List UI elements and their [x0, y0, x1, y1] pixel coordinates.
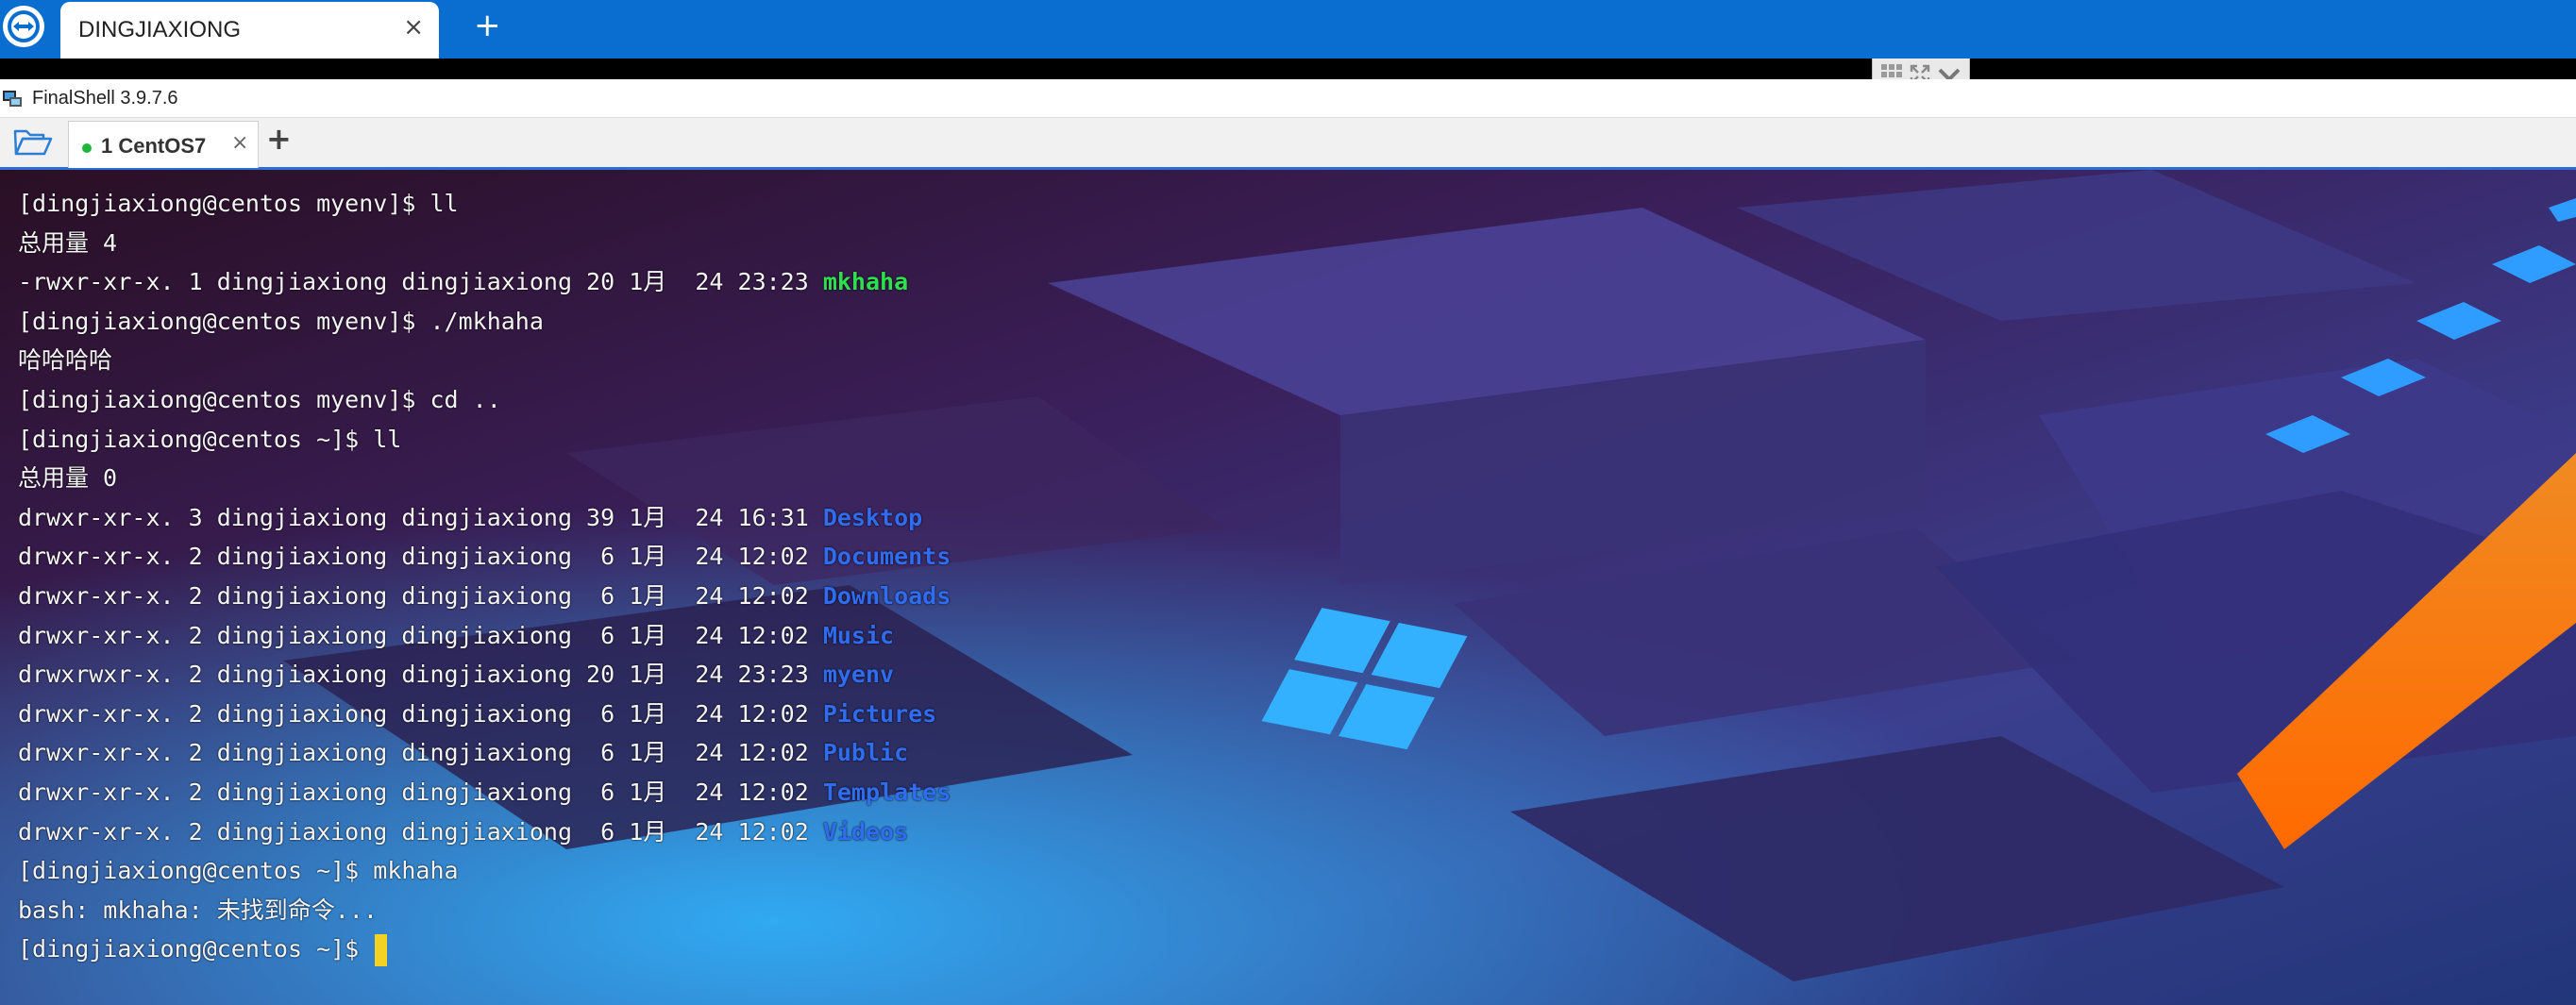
terminal-text: 哈哈哈哈 [18, 346, 113, 375]
terminal-view[interactable]: [dingjiaxiong@centos myenv]$ ll 总用量 4 -rwx… [0, 170, 2576, 1005]
terminal-line: drwxr-xr-x. 3 dingjiaxiong dingjiaxiong … [18, 498, 951, 538]
terminal-text: [dingjiaxiong@centos myenv]$ cd .. [18, 385, 501, 413]
terminal-text: bash: mkhaha: 未找到命令... [18, 896, 378, 924]
terminal-text: drwxr-xr-x. 2 dingjiaxiong dingjiaxiong … [18, 621, 823, 649]
terminal-line: [dingjiaxiong@centos myenv]$ cd .. [18, 380, 951, 420]
add-session-button[interactable]: + [266, 124, 292, 154]
remote-session-tab-label: DINGJIAXIONG [78, 17, 242, 42]
terminal-line: [dingjiaxiong@centos ~]$ ll [18, 420, 951, 460]
terminal-text: drwxr-xr-x. 2 dingjiaxiong dingjiaxiong … [18, 581, 823, 610]
session-tab-centos7[interactable]: 1 CentOS7 × [68, 121, 259, 168]
terminal-cursor [375, 934, 388, 967]
directory-name: Videos [822, 817, 909, 846]
window-title: FinalShell 3.9.7.6 [32, 88, 178, 109]
remote-toolbar-strip [0, 59, 2576, 79]
terminal-line: [dingjiaxiong@centos myenv]$ ll [18, 184, 951, 224]
terminal-text: [dingjiaxiong@centos myenv]$ ./mkhaha [18, 307, 544, 335]
terminal-text: drwxr-xr-x. 2 dingjiaxiong dingjiaxiong … [18, 817, 823, 846]
terminal-line: drwxr-xr-x. 2 dingjiaxiong dingjiaxiong … [18, 773, 951, 812]
executable-name: mkhaha [822, 268, 909, 296]
directory-name: myenv [822, 661, 895, 689]
terminal-line: [dingjiaxiong@centos ~]$ mkhaha [18, 851, 951, 891]
terminal-text: 总用量 0 [18, 464, 118, 493]
directory-name: Downloads [822, 581, 951, 610]
terminal-text: drwxr-xr-x. 2 dingjiaxiong dingjiaxiong … [18, 778, 823, 806]
app-titlebar: FinalShell 3.9.7.6 [0, 79, 2576, 118]
session-tab-label: 1 CentOS7 [101, 134, 207, 158]
terminal-text: 总用量 4 [18, 228, 118, 257]
terminal-line: 总用量 4 [18, 224, 951, 263]
finalshell-app-icon [2, 89, 23, 108]
terminal-text: drwxr-xr-x. 2 dingjiaxiong dingjiaxiong … [18, 543, 823, 571]
open-folder-icon[interactable] [13, 127, 53, 158]
terminal-text: [dingjiaxiong@centos ~]$ mkhaha [18, 857, 459, 885]
directory-name: Public [822, 739, 909, 767]
connection-status-indicator [82, 143, 92, 153]
terminal-line: drwxr-xr-x. 2 dingjiaxiong dingjiaxiong … [18, 537, 951, 577]
terminal-output: [dingjiaxiong@centos myenv]$ ll 总用量 4 -rwx… [18, 184, 951, 969]
terminal-line: bash: mkhaha: 未找到命令... [18, 891, 951, 930]
terminal-text: [dingjiaxiong@centos myenv]$ ll [18, 190, 459, 217]
terminal-text: drwxr-xr-x. 2 dingjiaxiong dingjiaxiong … [18, 699, 823, 728]
session-tab-bar: 1 CentOS7 × + [0, 118, 2576, 170]
terminal-line: drwxr-xr-x. 2 dingjiaxiong dingjiaxiong … [18, 812, 951, 852]
terminal-text: drwxr-xr-x. 3 dingjiaxiong dingjiaxiong … [18, 503, 823, 531]
new-tab-button[interactable]: + [474, 9, 501, 42]
terminal-line: drwxr-xr-x. 2 dingjiaxiong dingjiaxiong … [18, 695, 951, 734]
remote-session-titlebar: DINGJIAXIONG × + [0, 0, 2576, 59]
terminal-text: [dingjiaxiong@centos ~]$ [18, 935, 374, 963]
directory-name: Desktop [822, 503, 923, 531]
terminal-line: drwxr-xr-x. 2 dingjiaxiong dingjiaxiong … [18, 733, 951, 773]
close-icon[interactable]: × [403, 15, 424, 40]
directory-name: Templates [822, 778, 951, 806]
terminal-text: drwxr-xr-x. 2 dingjiaxiong dingjiaxiong … [18, 739, 823, 767]
directory-name: Documents [822, 543, 951, 571]
directory-name: Music [822, 621, 895, 649]
teamviewer-logo-icon[interactable] [3, 6, 44, 47]
terminal-line: [dingjiaxiong@centos myenv]$ ./mkhaha [18, 302, 951, 342]
terminal-text: -rwxr-xr-x. 1 dingjiaxiong dingjiaxiong … [18, 268, 823, 296]
terminal-line: 哈哈哈哈 [18, 341, 951, 380]
terminal-line: drwxr-xr-x. 2 dingjiaxiong dingjiaxiong … [18, 577, 951, 616]
terminal-line: -rwxr-xr-x. 1 dingjiaxiong dingjiaxiong … [18, 262, 951, 302]
terminal-text: [dingjiaxiong@centos ~]$ ll [18, 425, 402, 453]
terminal-line: [dingjiaxiong@centos ~]$ [18, 930, 951, 969]
remote-session-tab[interactable]: DINGJIAXIONG × [60, 2, 439, 59]
terminal-text: drwxrwxr-x. 2 dingjiaxiong dingjiaxiong … [18, 661, 823, 689]
directory-name: Pictures [822, 699, 937, 728]
close-icon[interactable]: × [231, 133, 248, 154]
terminal-line: drwxrwxr-x. 2 dingjiaxiong dingjiaxiong … [18, 655, 951, 695]
terminal-line: 总用量 0 [18, 459, 951, 498]
terminal-line: drwxr-xr-x. 2 dingjiaxiong dingjiaxiong … [18, 616, 951, 656]
